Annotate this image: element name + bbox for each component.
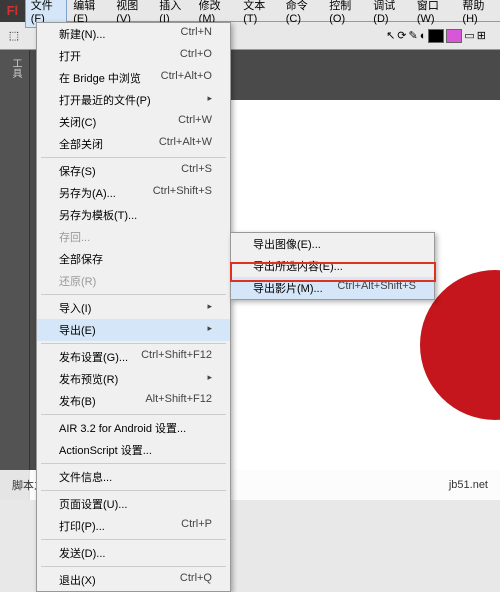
menubar: Fl 文件(F)编辑(E)视图(V)插入(I)修改(M)文本(T)命令(C)控制…	[0, 0, 500, 22]
menu-item[interactable]: 发布预览(R)	[37, 368, 230, 390]
menu-7[interactable]: 控制(O)	[323, 0, 367, 28]
menu-item: 还原(R)	[37, 270, 230, 292]
menu-item[interactable]: 打开最近的文件(P)	[37, 89, 230, 111]
menu-item[interactable]: 新建(N)...Ctrl+N	[37, 23, 230, 45]
tool-icon: ✎	[409, 29, 418, 42]
menu-item[interactable]: 打印(P)...Ctrl+P	[37, 515, 230, 537]
menu-item[interactable]: 退出(X)Ctrl+Q	[37, 569, 230, 591]
menu-item[interactable]: ActionScript 设置...	[37, 439, 230, 461]
file-menu-dropdown: 新建(N)...Ctrl+N打开Ctrl+O在 Bridge 中浏览Ctrl+A…	[36, 22, 231, 592]
tool-icon: ⟳	[397, 29, 406, 42]
submenu-item[interactable]: 导出图像(E)...	[231, 233, 434, 255]
tool-icon: ⊞	[477, 29, 486, 42]
menu-item[interactable]: 全部关闭Ctrl+Alt+W	[37, 133, 230, 155]
menu-item[interactable]: 全部保存	[37, 248, 230, 270]
menu-item: 存回...	[37, 226, 230, 248]
menu-item[interactable]: AIR 3.2 for Android 设置...	[37, 417, 230, 439]
menu-item[interactable]: 关闭(C)Ctrl+W	[37, 111, 230, 133]
submenu-item[interactable]: 导出所选内容(E)...	[231, 255, 434, 277]
menu-item[interactable]: 另存为模板(T)...	[37, 204, 230, 226]
menu-item[interactable]: 另存为(A)...Ctrl+Shift+S	[37, 182, 230, 204]
menu-5[interactable]: 文本(T)	[237, 0, 279, 28]
menu-item[interactable]: 保存(S)Ctrl+S	[37, 160, 230, 182]
sidebar-label: 工具	[0, 54, 31, 82]
fill-swatch[interactable]	[446, 29, 462, 43]
menu-item[interactable]: 发送(D)...	[37, 542, 230, 564]
menu-item[interactable]: 文件信息...	[37, 466, 230, 488]
menu-item[interactable]: 导出(E)	[37, 319, 230, 341]
tool-icon: ▭	[464, 29, 474, 42]
tool-btn[interactable]: ⬚	[4, 26, 24, 46]
menu-9[interactable]: 窗口(W)	[411, 0, 457, 28]
menu-8[interactable]: 调试(D)	[367, 0, 411, 28]
export-submenu: 导出图像(E)...导出所选内容(E)...导出影片(M)...Ctrl+Alt…	[230, 232, 435, 300]
menu-6[interactable]: 命令(C)	[280, 0, 324, 28]
menu-item[interactable]: 导入(I)	[37, 297, 230, 319]
menu-item[interactable]: 发布设置(G)...Ctrl+Shift+F12	[37, 346, 230, 368]
stroke-swatch[interactable]	[428, 29, 444, 43]
pointer-icon: ↖	[386, 29, 395, 42]
menu-item[interactable]: 发布(B)Alt+Shift+F12	[37, 390, 230, 412]
submenu-item[interactable]: 导出影片(M)...Ctrl+Alt+Shift+S	[231, 277, 434, 299]
menu-item[interactable]: 在 Bridge 中浏览Ctrl+Alt+O	[37, 67, 230, 89]
menu-item[interactable]: 页面设置(U)...	[37, 493, 230, 515]
menu-10[interactable]: 帮助(H)	[456, 0, 500, 28]
footer-right: jb51.net	[449, 479, 488, 491]
menu-item[interactable]: 打开Ctrl+O	[37, 45, 230, 67]
app-logo: Fl	[0, 0, 25, 22]
tool-icon: ◐	[420, 30, 427, 42]
tools-sidebar: 工具	[0, 50, 30, 500]
